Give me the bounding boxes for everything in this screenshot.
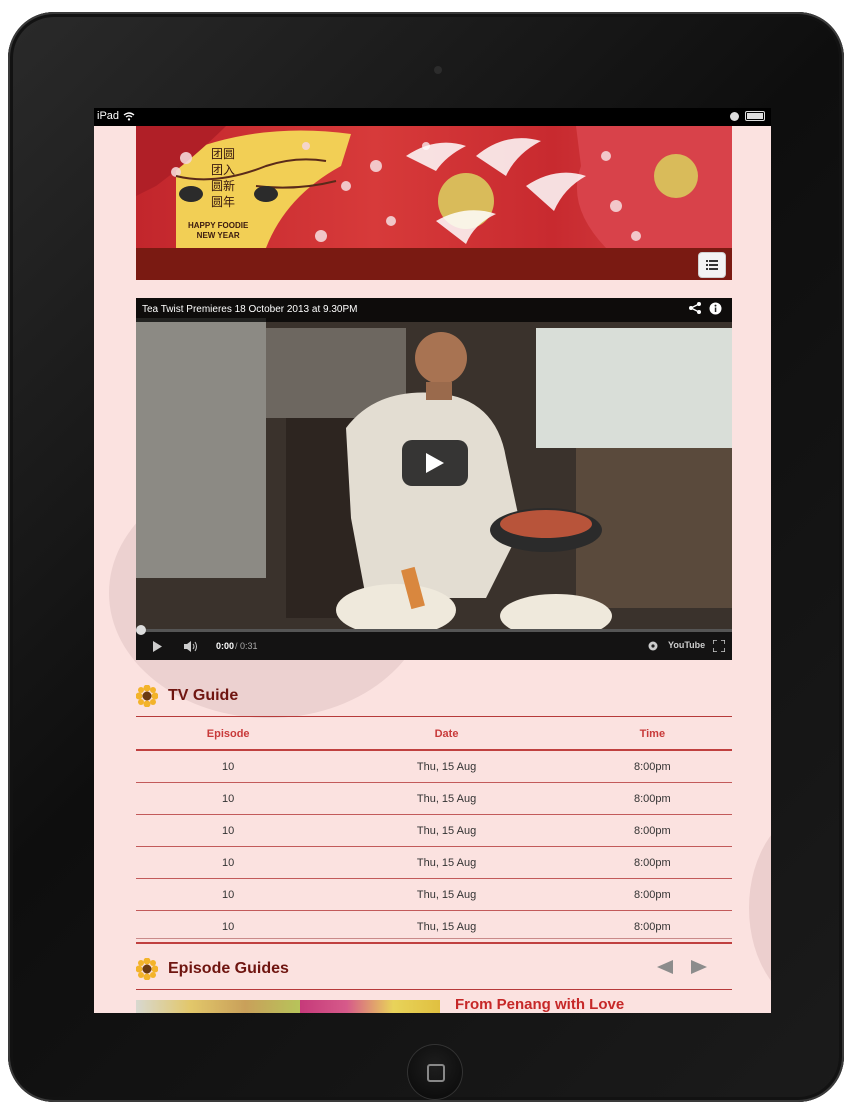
banner-tagline: HAPPY FOODIE NEW YEAR bbox=[188, 221, 249, 240]
tv-guide-bottom-rule bbox=[136, 938, 732, 939]
date-cell: Thu, 15 Aug bbox=[320, 846, 573, 879]
time-cell: 8:00pm bbox=[572, 782, 732, 815]
video-controls: 0:00 / 0:31 YouTube bbox=[136, 625, 732, 660]
date-cell: Thu, 15 Aug bbox=[320, 782, 573, 815]
column-header-date: Date bbox=[320, 719, 573, 751]
column-header-episode: Episode bbox=[136, 719, 321, 751]
date-cell: Thu, 15 Aug bbox=[320, 814, 573, 847]
video-title-bar: Tea Twist Premieres 18 October 2013 at 9… bbox=[136, 298, 732, 322]
flower-icon bbox=[136, 685, 158, 707]
arrow-left-icon[interactable] bbox=[657, 960, 673, 974]
tv-guide-heading: TV Guide bbox=[136, 685, 238, 707]
episode-cell: 10 bbox=[136, 782, 321, 815]
header-banner: 团圆 团入 圆新 圆年 HAPPY FOODIE NEW YEAR bbox=[136, 126, 732, 248]
play-icon bbox=[426, 453, 444, 473]
table-row: 10 Thu, 15 Aug 8:00pm bbox=[136, 782, 732, 815]
battery-icon bbox=[745, 111, 765, 121]
episode-cell: 10 bbox=[136, 814, 321, 847]
decorative-circle bbox=[749, 808, 771, 1008]
table-row: 10 Thu, 15 Aug 8:00pm bbox=[136, 814, 732, 847]
episode-guides-rule bbox=[136, 989, 732, 990]
menu-toggle-button[interactable] bbox=[698, 252, 726, 278]
episode-cell: 10 bbox=[136, 750, 321, 783]
table-header-row: Episode Date Time bbox=[136, 719, 732, 751]
episode-title-link[interactable]: From Penang with Love bbox=[455, 996, 624, 1013]
carousel-arrows bbox=[657, 960, 707, 974]
date-cell: Thu, 15 Aug bbox=[320, 878, 573, 911]
info-icon[interactable] bbox=[709, 302, 722, 315]
time-cell: 8:00pm bbox=[572, 878, 732, 911]
time-total: / 0:31 bbox=[235, 641, 258, 651]
settings-icon[interactable] bbox=[648, 641, 658, 651]
progress-knob[interactable] bbox=[136, 625, 146, 635]
time-cell: 8:00pm bbox=[572, 814, 732, 847]
episode-guides-title: Episode Guides bbox=[168, 960, 289, 977]
volume-icon[interactable] bbox=[184, 641, 200, 652]
date-cell: Thu, 15 Aug bbox=[320, 750, 573, 783]
nav-bar bbox=[136, 248, 732, 280]
fullscreen-icon[interactable] bbox=[713, 640, 725, 652]
table-row: 10 Thu, 15 Aug 8:00pm bbox=[136, 750, 732, 783]
youtube-logo[interactable]: YouTube bbox=[668, 640, 705, 650]
video-title: Tea Twist Premieres 18 October 2013 at 9… bbox=[142, 304, 358, 315]
share-icon[interactable] bbox=[689, 302, 701, 314]
device-label: iPad bbox=[97, 110, 120, 122]
home-button[interactable] bbox=[407, 1044, 463, 1100]
time-cell: 8:00pm bbox=[572, 846, 732, 879]
front-camera bbox=[434, 66, 442, 74]
status-bar: iPad bbox=[94, 108, 771, 126]
video-player[interactable]: Tea Twist Premieres 18 October 2013 at 9… bbox=[136, 298, 732, 660]
tv-guide-table: Episode Date Time 10 Thu, 15 Aug 8:00pm … bbox=[136, 719, 732, 944]
table-row: 10 Thu, 15 Aug 8:00pm bbox=[136, 846, 732, 879]
wifi-icon bbox=[123, 111, 135, 121]
flower-icon bbox=[136, 958, 158, 980]
time-current: 0:00 bbox=[216, 641, 235, 651]
episode-cell: 10 bbox=[136, 878, 321, 911]
screen: iPad 团圆 团入 圆新 圆年 HAPPY FOODIE NEW YEAR T… bbox=[94, 108, 771, 1013]
episode-thumbnail[interactable] bbox=[300, 1000, 440, 1013]
list-icon bbox=[706, 260, 718, 270]
episode-guides-heading: Episode Guides bbox=[136, 958, 289, 980]
table-row: 10 Thu, 15 Aug 8:00pm bbox=[136, 878, 732, 911]
episode-thumbnail[interactable] bbox=[136, 1000, 300, 1013]
tv-guide-rule bbox=[136, 716, 732, 717]
play-button[interactable] bbox=[402, 440, 468, 486]
progress-bar[interactable] bbox=[136, 625, 732, 635]
time-cell: 8:00pm bbox=[572, 750, 732, 783]
episode-cell: 10 bbox=[136, 846, 321, 879]
column-header-time: Time bbox=[572, 719, 732, 751]
rotation-lock-icon bbox=[730, 111, 739, 121]
arrow-right-icon[interactable] bbox=[691, 960, 707, 974]
tv-guide-title: TV Guide bbox=[168, 687, 239, 704]
banner-chinese-text: 团圆 团入 圆新 圆年 bbox=[211, 147, 236, 209]
play-small-icon[interactable] bbox=[152, 641, 163, 652]
